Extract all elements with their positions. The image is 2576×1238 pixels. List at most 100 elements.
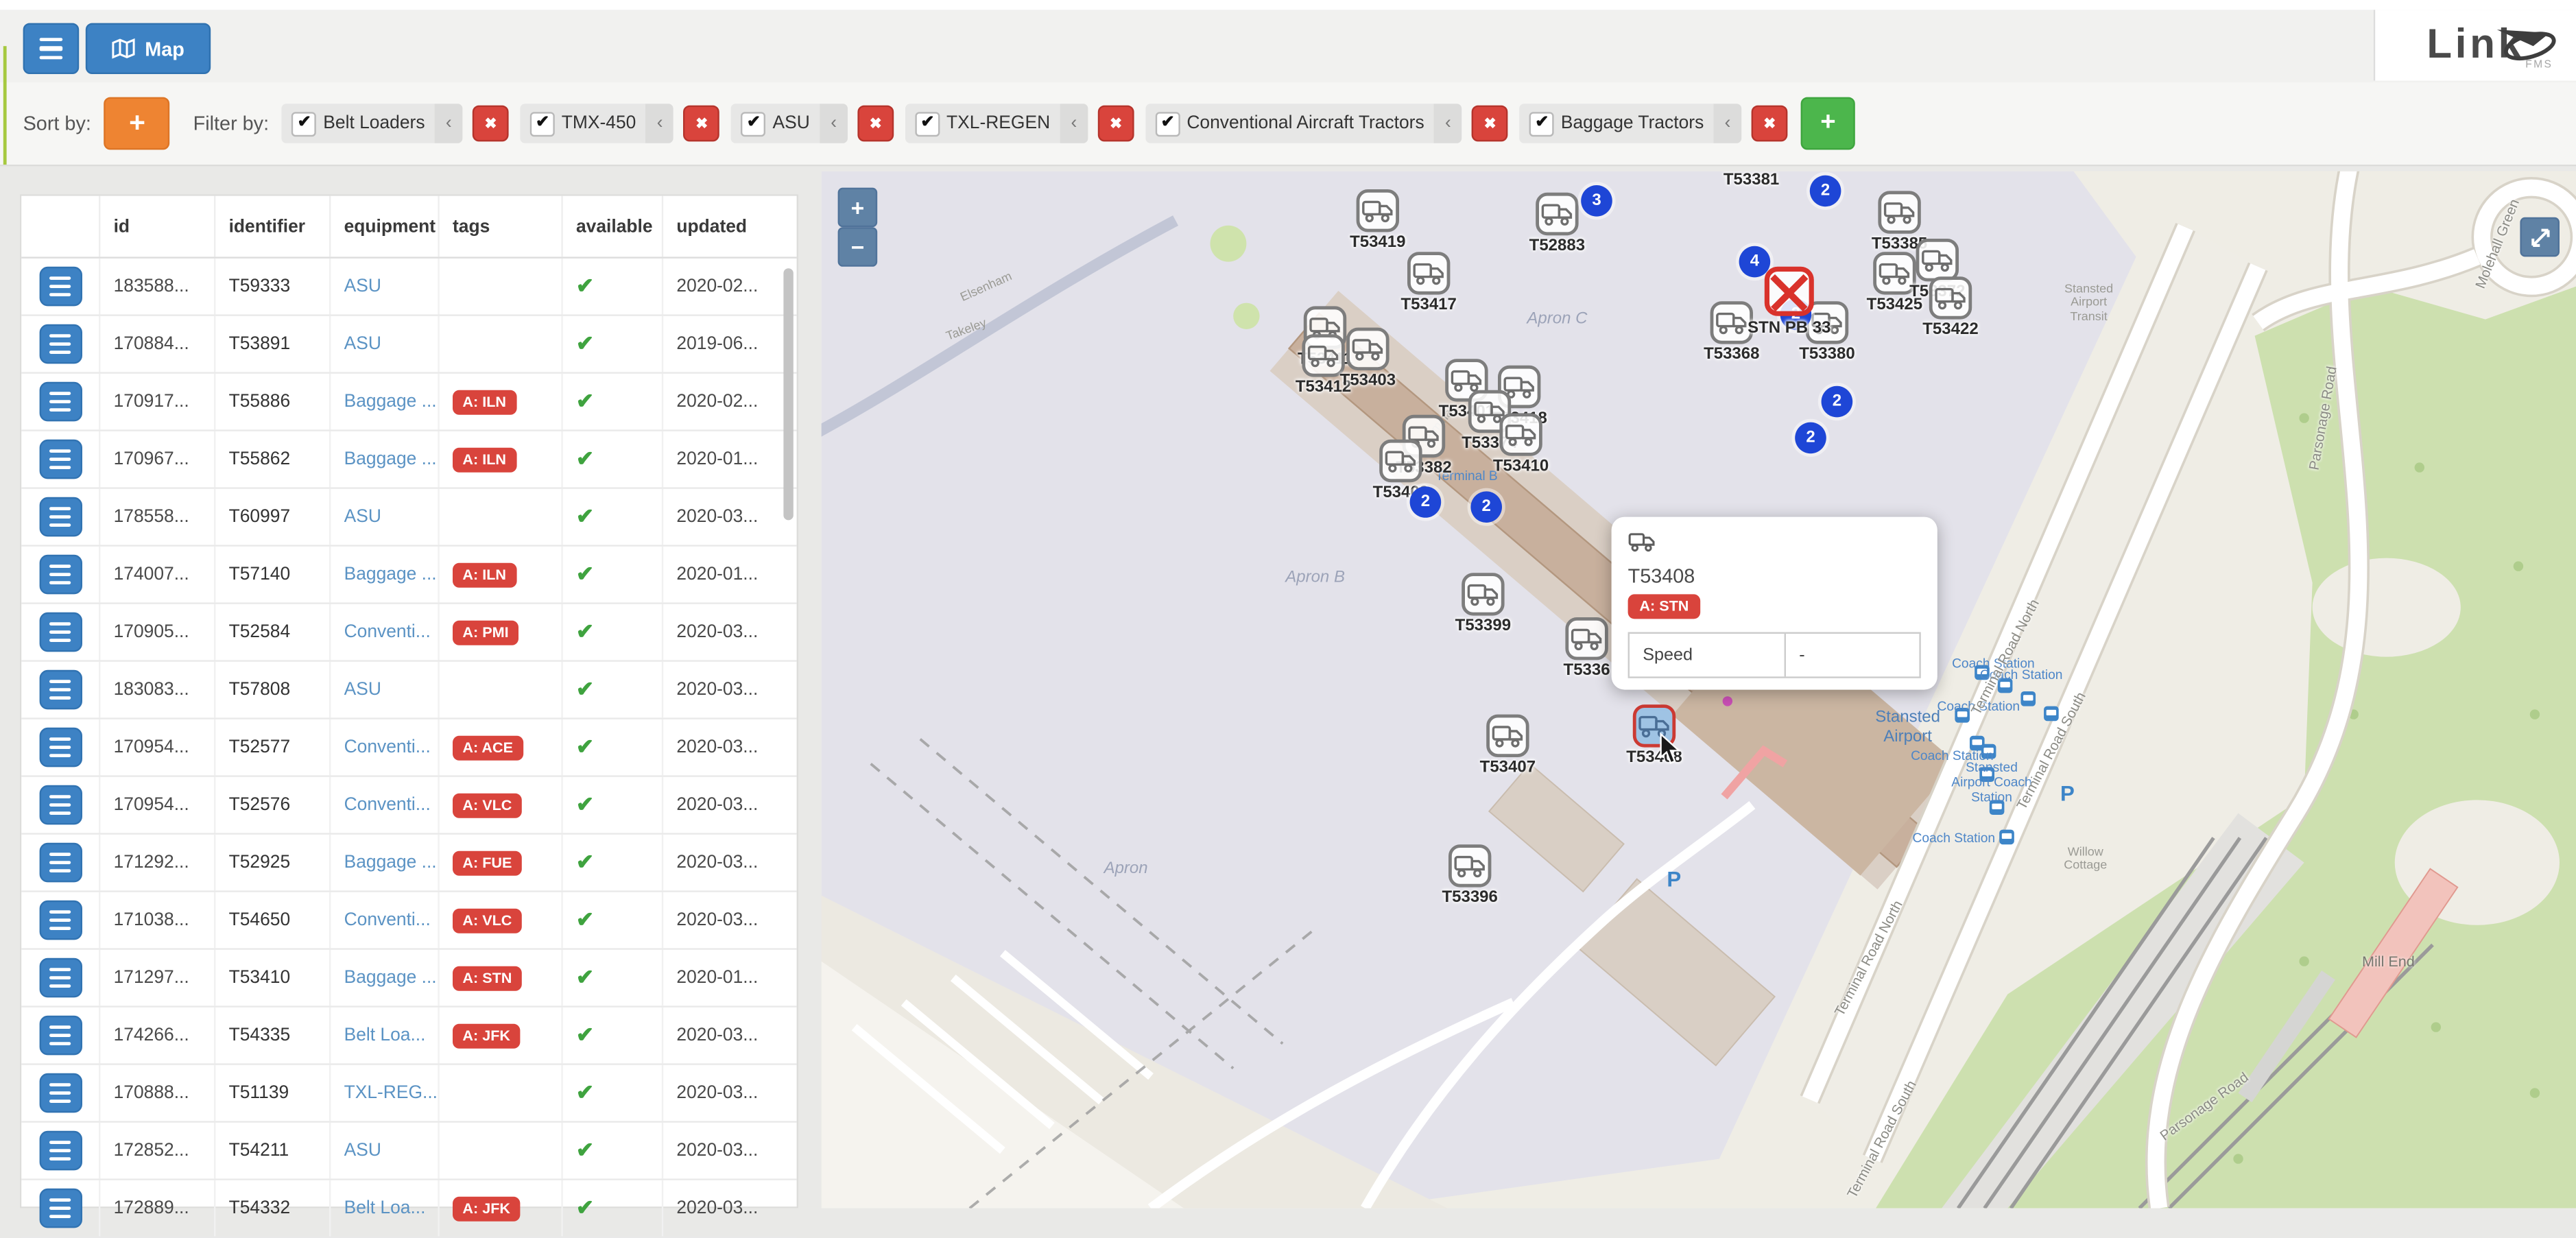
table-row: 172889... T54332 Belt Loa... A: JFK ✔ 20… xyxy=(21,1180,796,1238)
chip-checkbox[interactable]: ✔ xyxy=(1529,111,1554,136)
equipment-link[interactable]: ASU xyxy=(344,1141,381,1160)
cell-id: 174266... xyxy=(100,1008,215,1064)
equipment-link[interactable]: Baggage ... xyxy=(344,392,437,412)
equipment-link[interactable]: Conventi... xyxy=(344,622,431,642)
chip-label: TXL-REGEN xyxy=(946,114,1050,134)
zoom-in-button[interactable]: + xyxy=(838,188,878,228)
expand-button[interactable] xyxy=(2520,217,2560,257)
equipment-link[interactable]: Belt Loa... xyxy=(344,1025,426,1045)
cluster-badge[interactable]: 2 xyxy=(1470,491,1502,523)
chip-collapse-button[interactable]: ‹ xyxy=(820,104,848,143)
row-menu-button[interactable] xyxy=(38,1189,81,1228)
chip-remove-button[interactable]: ✖ xyxy=(857,106,894,142)
chip-checkbox[interactable]: ✔ xyxy=(1156,111,1180,136)
equipment-link[interactable]: Conventi... xyxy=(344,910,431,930)
chip-remove-button[interactable]: ✖ xyxy=(473,106,509,142)
chip-remove-button[interactable]: ✖ xyxy=(684,106,720,142)
chip-checkbox[interactable]: ✔ xyxy=(292,111,317,136)
equipment-link[interactable]: Belt Loa... xyxy=(344,1198,426,1218)
row-menu-button[interactable] xyxy=(38,670,81,710)
chip-collapse-button[interactable]: ‹ xyxy=(1434,104,1462,143)
cluster-badge[interactable]: 2 xyxy=(1810,176,1841,207)
row-menu-button[interactable] xyxy=(38,958,81,998)
column-header[interactable]: updated xyxy=(663,196,790,257)
column-header[interactable]: available xyxy=(563,196,663,257)
cell-identifier: T55886 xyxy=(215,374,331,430)
row-menu-button[interactable] xyxy=(38,612,81,652)
column-header[interactable]: id xyxy=(100,196,215,257)
tag-badge: A: VLC xyxy=(453,793,522,818)
menu-button[interactable] xyxy=(23,23,80,74)
add-sort-button[interactable]: + xyxy=(104,97,170,150)
chip-remove-button[interactable]: ✖ xyxy=(1472,106,1508,142)
row-menu-button[interactable] xyxy=(38,497,81,537)
equipment-link[interactable]: Baggage ... xyxy=(344,449,437,469)
row-menu-button[interactable] xyxy=(38,1016,81,1056)
row-menu-button[interactable] xyxy=(38,555,81,595)
cluster-badge[interactable]: 3 xyxy=(1581,185,1612,217)
chip-collapse-button[interactable]: ‹ xyxy=(646,104,674,143)
chip-remove-button[interactable]: ✖ xyxy=(1752,106,1788,142)
row-menu-button[interactable] xyxy=(38,1073,81,1113)
cell-identifier: T59333 xyxy=(215,259,331,315)
cell-identifier: T51139 xyxy=(215,1065,331,1121)
equipment-link[interactable]: Conventi... xyxy=(344,737,431,757)
equipment-link[interactable]: ASU xyxy=(344,680,381,700)
tag-badge: A: JFK xyxy=(453,1023,520,1048)
chip-checkbox[interactable]: ✔ xyxy=(741,111,766,136)
popup-row-value: - xyxy=(1786,634,1919,676)
row-menu-button[interactable] xyxy=(38,440,81,479)
cluster-badge[interactable]: 2 xyxy=(1822,386,1853,418)
cell-updated: 2020-03... xyxy=(663,1180,790,1237)
cell-identifier: T52925 xyxy=(215,835,331,891)
available-check-icon: ✔ xyxy=(563,1065,663,1121)
chip-collapse-button[interactable]: ‹ xyxy=(1060,104,1088,143)
chip-collapse-button[interactable]: ‹ xyxy=(435,104,463,143)
available-check-icon: ✔ xyxy=(563,604,663,660)
chip-checkbox[interactable]: ✔ xyxy=(530,111,555,136)
map-canvas[interactable]: Apron CApron BApronTerminalTerminal BSta… xyxy=(822,171,2576,1209)
row-menu-button[interactable] xyxy=(38,324,81,364)
logo-swoosh-icon xyxy=(2494,16,2563,66)
table-scrollbar-thumb[interactable] xyxy=(783,268,793,520)
cluster-badge[interactable]: 2 xyxy=(1795,422,1826,454)
map-tab-label: Map xyxy=(145,37,184,60)
row-menu-button[interactable] xyxy=(38,267,81,307)
equipment-link[interactable]: TXL-REG... xyxy=(344,1083,438,1103)
table-row: 170884... T53891 ASU ✔ 2019-06... xyxy=(21,316,796,374)
chip-checkbox[interactable]: ✔ xyxy=(915,111,940,136)
row-menu-button[interactable] xyxy=(38,382,81,422)
equipment-link[interactable]: Baggage ... xyxy=(344,853,437,872)
equipment-link[interactable]: ASU xyxy=(344,334,381,354)
tag-badge: A: PMI xyxy=(453,620,518,645)
chip-collapse-button[interactable]: ‹ xyxy=(1714,104,1742,143)
equipment-link[interactable]: Conventi... xyxy=(344,795,431,815)
cell-identifier: T60997 xyxy=(215,489,331,545)
row-menu-button[interactable] xyxy=(38,728,81,767)
column-header[interactable]: identifier xyxy=(215,196,331,257)
equipment-table: id identifier equipment tags available u… xyxy=(20,194,798,1208)
cluster-badge[interactable]: 2 xyxy=(1410,486,1442,518)
add-filter-button[interactable]: + xyxy=(1801,97,1855,150)
column-header[interactable]: equipment xyxy=(331,196,439,257)
row-menu-button[interactable] xyxy=(38,785,81,825)
equipment-link[interactable]: Baggage ... xyxy=(344,968,437,988)
row-menu-button[interactable] xyxy=(38,1131,81,1171)
chip-remove-button[interactable]: ✖ xyxy=(1098,106,1134,142)
cell-id: 170967... xyxy=(100,431,215,488)
zoom-out-button[interactable]: − xyxy=(838,227,878,267)
cell-updated: 2020-03... xyxy=(663,1008,790,1064)
row-menu-button[interactable] xyxy=(38,843,81,883)
filter-chip: ✔ Belt Loaders ‹ ✖ xyxy=(282,104,509,143)
row-menu-button[interactable] xyxy=(38,901,81,940)
cell-identifier: T52577 xyxy=(215,719,331,776)
equipment-link[interactable]: ASU xyxy=(344,276,381,296)
tag-badge: A: VLC xyxy=(453,908,522,933)
column-header[interactable]: tags xyxy=(440,196,563,257)
equipment-link[interactable]: Baggage ... xyxy=(344,564,437,584)
equipment-link[interactable]: ASU xyxy=(344,507,381,527)
map-tab-button[interactable]: Map xyxy=(86,23,211,74)
hamburger-icon xyxy=(40,38,63,42)
table-row: 170954... T52576 Conventi... A: VLC ✔ 20… xyxy=(21,777,796,835)
marker-label: STN PB 33 xyxy=(1691,320,1888,337)
